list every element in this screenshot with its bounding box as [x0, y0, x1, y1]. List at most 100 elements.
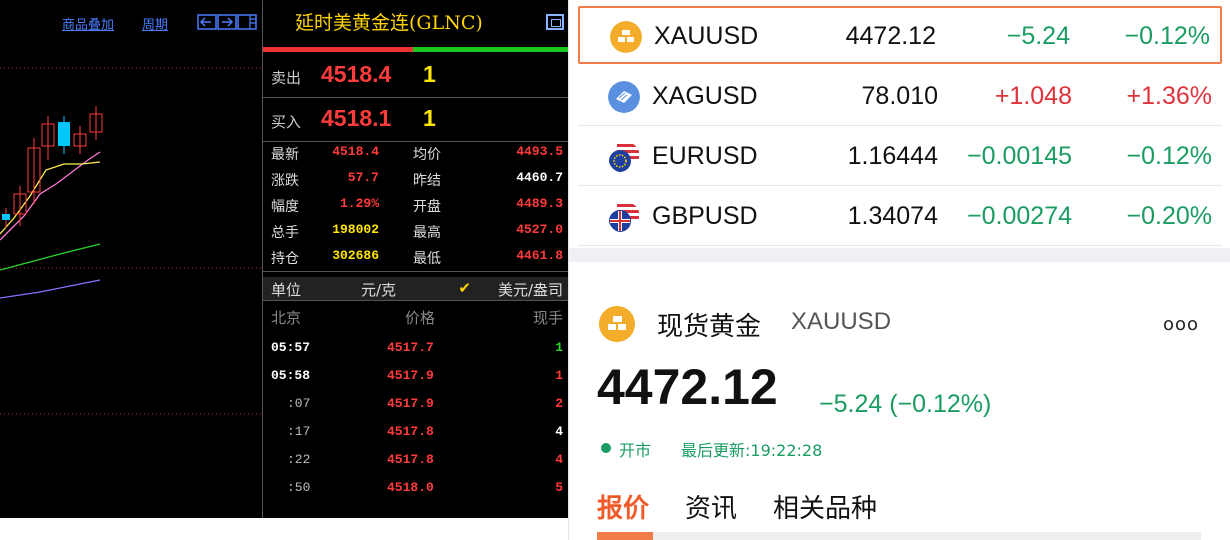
tick-time: 05:57: [271, 340, 311, 355]
eu-us-flag-icon: [609, 142, 639, 172]
candles: [2, 106, 103, 228]
watchlist-row-xauusd[interactable]: XAUUSD 4472.12 −5.24 −0.12%: [578, 6, 1222, 64]
price-chart: [0, 67, 262, 415]
candlestick-chart-pane: 商品叠加 周期: [0, 0, 262, 518]
tick-row: 05:57 4517.7 1: [263, 340, 568, 364]
arrow-right-box-icon[interactable]: [217, 14, 237, 30]
tick-price: 4517.9: [387, 368, 434, 383]
buy-label: 买入: [271, 113, 302, 131]
window-restore-icon[interactable]: [546, 14, 564, 30]
chart-toolbar: 商品叠加 周期: [0, 0, 262, 36]
watchlist-price: 1.16444: [847, 142, 938, 170]
tick-header-time: 北京: [271, 309, 302, 327]
stat-value: 4527.0: [516, 222, 563, 237]
watchlist-change: −5.24: [1006, 22, 1070, 50]
watchlist-change: +1.048: [994, 82, 1072, 110]
unit-option-yuan[interactable]: 元/克: [361, 279, 396, 300]
buy-row: 买入 4518.1 1: [263, 98, 568, 142]
stat-row: 最新 4518.4 均价 4493.5: [263, 144, 568, 164]
tab-underline-track: [597, 532, 1201, 540]
section-divider: [569, 248, 1230, 262]
watchlist-row-eurusd[interactable]: EURUSD 1.16444 −0.00145 −0.12%: [578, 128, 1222, 186]
tab-quote[interactable]: 报价: [597, 488, 649, 525]
tick-row: :07 4517.9 2: [263, 396, 568, 420]
tick-header-volume: 现手: [532, 309, 563, 327]
active-tab-indicator: [597, 532, 653, 540]
market-status: 开市: [619, 441, 652, 460]
watchlist-percent: −0.20%: [1126, 202, 1213, 230]
watchlist-change: −0.00274: [967, 202, 1072, 230]
panel-toggle-icon[interactable]: [237, 14, 257, 30]
stat-label: 最新: [271, 147, 299, 163]
tick-row: :22 4517.8 4: [263, 452, 568, 476]
tick-time: :22: [287, 452, 311, 467]
quote-app: XAUUSD 4472.12 −5.24 −0.12% XAGUSD 78.01…: [568, 0, 1230, 540]
tick-row: 05:58 4517.9 1: [263, 368, 568, 392]
contract-title: 延时美黄金连(GLNC): [295, 12, 483, 34]
tab-news[interactable]: 资讯: [685, 488, 737, 525]
market-open-dot-icon: [601, 443, 611, 453]
tick-price: 4517.8: [387, 452, 434, 467]
instrument-detail: 现货黄金 XAUUSD ooo 4472.12 −5.24 (−0.12%) 开…: [569, 262, 1230, 540]
stat-label: 最高: [413, 225, 441, 241]
buy-volume: 1: [423, 105, 436, 131]
stat-label: 总手: [271, 225, 299, 241]
stat-value: 4493.5: [516, 144, 563, 159]
tick-time: 05:58: [271, 368, 311, 383]
unit-option-usd[interactable]: 美元/盎司: [498, 279, 563, 300]
gold-bar-icon: [610, 21, 642, 53]
stat-label: 涨跌: [271, 173, 299, 189]
stat-label: 开盘: [413, 199, 441, 215]
chart-nav-icons: [197, 14, 257, 30]
sell-label: 卖出: [271, 69, 302, 87]
gold-bar-icon: [599, 306, 635, 342]
watchlist-price: 4472.12: [845, 22, 936, 50]
stat-row: 幅度 1.29% 开盘 4489.3: [263, 196, 568, 216]
stat-value: 4489.3: [516, 196, 563, 211]
period-menu-link[interactable]: 周期: [142, 14, 168, 33]
stat-value: 4518.4: [332, 144, 379, 159]
ma-line-pink: [0, 151, 101, 241]
ma-line-green: [0, 243, 101, 271]
more-options-icon[interactable]: ooo: [1163, 314, 1199, 335]
tick-header-price: 价格: [405, 309, 436, 327]
stat-value: 4460.7: [516, 170, 563, 185]
stat-value: 302686: [332, 248, 379, 263]
watchlist-row-xagusd[interactable]: XAGUSD 78.010 +1.048 +1.36%: [578, 68, 1222, 126]
tick-volume: 1: [555, 368, 563, 383]
last-updated: 最后更新:19:22:28: [681, 441, 823, 460]
watchlist-row-gbpusd[interactable]: GBPUSD 1.34074 −0.00274 −0.20%: [578, 188, 1222, 246]
overlay-menu-link[interactable]: 商品叠加: [62, 14, 114, 33]
watchlist-symbol: XAUUSD: [654, 22, 759, 50]
tab-related[interactable]: 相关品种: [773, 488, 877, 525]
sell-price: 4518.4: [321, 61, 392, 87]
unit-selector: 单位 元/克 ✔ 美元/盎司: [263, 277, 568, 301]
tick-volume: 4: [555, 452, 563, 467]
stat-label: 持仓: [271, 251, 299, 267]
trading-terminal: 商品叠加 周期 延时美黄金连(GLNC) 卖出 4518.4 1 买入 4518…: [0, 0, 568, 518]
tick-time: :17: [287, 424, 311, 439]
stat-value: 198002: [332, 222, 379, 237]
stats-table: 最新 4518.4 均价 4493.5 涨跌 57.7 昨结 4460.7 幅度…: [263, 142, 568, 272]
arrow-left-box-icon[interactable]: [197, 14, 217, 30]
tick-header: 北京 价格 现手: [263, 307, 568, 329]
watchlist-change: −0.00145: [967, 142, 1072, 170]
tick-price: 4517.7: [387, 340, 434, 355]
watchlist-price: 78.010: [861, 82, 938, 110]
watchlist-percent: −0.12%: [1126, 142, 1213, 170]
watchlist-price: 1.34074: [847, 202, 938, 230]
watchlist-percent: −0.12%: [1124, 22, 1211, 50]
tick-time: :50: [287, 480, 311, 495]
watchlist-symbol: XAGUSD: [652, 82, 758, 110]
tick-volume: 2: [555, 396, 563, 411]
watchlist-percent: +1.36%: [1126, 82, 1213, 110]
ma-line-purple: [0, 279, 101, 299]
tick-volume: 4: [555, 424, 563, 439]
ma-line-yellow: [0, 161, 101, 235]
current-price: 4472.12: [597, 359, 778, 415]
stat-value: 4461.8: [516, 248, 563, 263]
tick-price: 4517.8: [387, 424, 434, 439]
tick-volume: 5: [555, 480, 563, 495]
quote-panel: 延时美黄金连(GLNC) 卖出 4518.4 1 买入 4518.1 1 最新 …: [262, 0, 568, 518]
title-bar-green: [413, 47, 568, 52]
